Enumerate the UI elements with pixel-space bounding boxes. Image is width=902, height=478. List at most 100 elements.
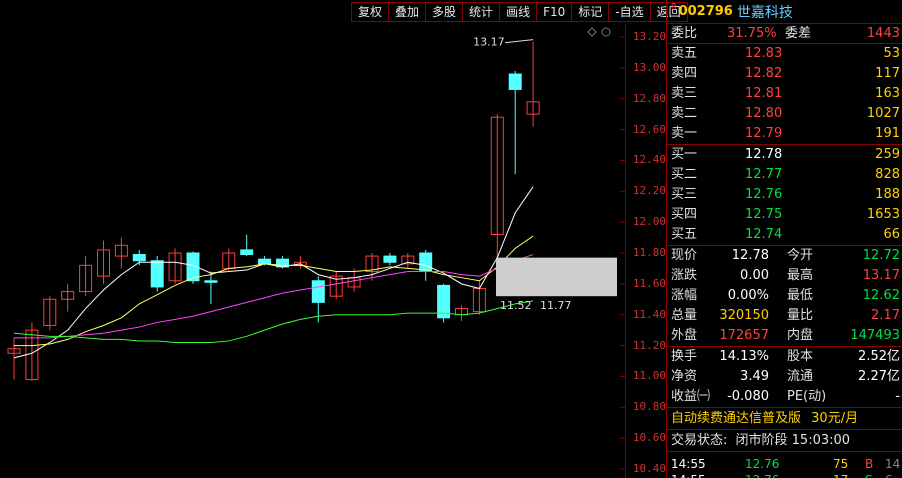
bids-volume: 259 — [875, 147, 900, 162]
stat-label: 涨幅 — [671, 288, 698, 303]
price-axis: 13.20 13.00 12.80 12.60 12.40 12.20 12.00 11.80… — [625, 24, 666, 478]
stat-value-2: 13.17 — [862, 268, 900, 283]
toolbar-button[interactable]: 画线 — [500, 3, 538, 21]
stock-name[interactable]: 世嘉科技 — [737, 2, 793, 22]
y-tick-label: 11.00 — [632, 369, 666, 383]
bids-label: 买二 — [671, 167, 698, 182]
stat-value-2: 12.72 — [862, 248, 900, 263]
stat-label: 现价 — [671, 248, 698, 263]
kline-chart[interactable]: 13.17 11.52 11.77 — [0, 24, 666, 478]
asks-price: 12.81 — [745, 86, 783, 101]
candle-body — [258, 258, 272, 265]
y-tick-label: 13.20 — [632, 30, 666, 43]
promo-price: 30元/月 — [811, 411, 859, 426]
stat-label: 总量 — [671, 308, 698, 323]
fund-label: 换手 — [671, 349, 698, 364]
asks-price: 12.83 — [745, 46, 783, 61]
y-tick-label: 10.40 — [632, 462, 666, 475]
y-tick-label: 11.60 — [632, 276, 666, 290]
high-annotation: 13.17 — [473, 36, 505, 49]
bids-label: 买四 — [671, 207, 698, 222]
fund-label-2: 流通 — [787, 369, 814, 384]
candle-body — [419, 252, 433, 273]
fund-label-2: 股本 — [787, 349, 814, 364]
stat-row: 总量 320150 量比 2.17 — [667, 306, 902, 326]
candle-body — [240, 249, 254, 256]
candle-body — [383, 255, 397, 263]
bids-price: 12.76 — [745, 187, 783, 202]
fund-label: 净资 — [671, 369, 698, 384]
tick-side: S — [865, 472, 873, 478]
toolbar-button[interactable]: 复权 — [352, 3, 390, 21]
stat-value: 0.00 — [740, 268, 769, 283]
toolbar-button[interactable]: 多股 — [426, 3, 464, 21]
bids-row: 买四 12.75 1653 — [667, 205, 902, 225]
bids-price: 12.77 — [745, 167, 783, 182]
asks-row: 卖四 12.82 117 — [667, 64, 902, 84]
bids-volume: 828 — [875, 167, 900, 182]
stat-label-2: 最低 — [787, 288, 814, 303]
toolbar-button[interactable]: 统计 — [463, 3, 501, 21]
fund-label-2: PE(动) — [787, 389, 827, 404]
selection-box — [496, 257, 617, 297]
asks-row: 卖三 12.81 163 — [667, 84, 902, 104]
fund-row: 收益㈠ -0.080 PE(动) - — [667, 387, 902, 407]
asks-volume: 117 — [875, 66, 900, 81]
stat-label: 涨跌 — [671, 268, 698, 283]
stat-value: 172657 — [719, 328, 769, 343]
stat-value-2: 12.62 — [862, 288, 900, 303]
asks-label: 卖三 — [671, 86, 698, 101]
promo-text: 自动续费通达信普及版 — [671, 411, 802, 426]
stat-label-2: 量比 — [787, 308, 814, 323]
bids-volume: 66 — [883, 227, 900, 242]
status-value: 闭市阶段 15:03:00 — [735, 433, 851, 448]
candle-body — [132, 254, 146, 262]
bids-price: 12.78 — [745, 147, 783, 162]
tick-time: 14:55 — [671, 457, 706, 471]
price-stats: 现价 12.78 今开 12.72 涨跌 0.00 最高 13.17 涨幅 0.00% 最低 12.6… — [667, 246, 902, 347]
bids-price: 12.75 — [745, 207, 783, 222]
y-tick-label: 12.60 — [632, 122, 666, 136]
asks-volume: 163 — [875, 86, 900, 101]
bids-price: 12.74 — [745, 227, 783, 242]
asks-label: 卖四 — [671, 66, 698, 81]
toolbar-button[interactable]: 叠加 — [389, 3, 427, 21]
stat-value-2: 147493 — [850, 328, 900, 343]
fund-value: 3.49 — [740, 369, 769, 384]
stock-code[interactable]: 002796 — [679, 4, 733, 19]
high-arrow — [505, 39, 534, 44]
trade-status: 交易状态: 闭市阶段 15:03:00 — [667, 430, 902, 452]
tick-count: 14 — [885, 457, 901, 471]
y-tick-label: 10.80 — [632, 400, 666, 414]
stat-row: 涨幅 0.00% 最低 12.62 — [667, 286, 902, 306]
toolbar-button[interactable]: 标记 — [572, 3, 610, 21]
stat-value: 320150 — [719, 308, 769, 323]
y-tick-label: 11.40 — [632, 307, 666, 321]
asks-price: 12.82 — [745, 66, 783, 81]
quote-panel: R 002796 世嘉科技 委比 31.75% 委差 1443 卖五 12.83 5… — [666, 0, 902, 478]
stat-value: 0.00% — [727, 288, 769, 303]
fund-value-2: 2.27亿 — [858, 369, 900, 384]
weibi-value: 31.75% — [727, 26, 777, 41]
stat-row: 涨跌 0.00 最高 13.17 — [667, 266, 902, 286]
stat-row: 现价 12.78 今开 12.72 — [667, 246, 902, 266]
subscription-promo[interactable]: 自动续费通达信普及版 30元/月 — [667, 408, 902, 430]
y-tick-label: 10.60 — [632, 431, 666, 445]
tick-time: 14:55 — [671, 472, 706, 478]
asks-volume: 1027 — [866, 106, 900, 121]
stat-value-2: 2.17 — [871, 308, 900, 323]
y-tick-label: 12.80 — [632, 91, 666, 105]
bids-label: 买三 — [671, 187, 698, 202]
status-label: 交易状态: — [671, 433, 728, 448]
asks-row: 卖二 12.80 1027 — [667, 104, 902, 124]
toolbar-button[interactable]: -自选 — [609, 3, 651, 21]
asks-row: 卖一 12.79 191 — [667, 124, 902, 144]
fund-row: 换手 14.13% 股本 2.52亿 — [667, 347, 902, 367]
tick-side: B — [865, 457, 874, 471]
fundamentals: 换手 14.13% 股本 2.52亿净资 3.49 流通 2.27亿收益㈠ -0.080 PE(… — [667, 347, 902, 408]
asks-price: 12.80 — [745, 106, 783, 121]
tick-price: 12.76 — [745, 457, 780, 471]
y-tick-label: 12.20 — [632, 184, 666, 198]
chart-toolbar: 复权 叠加 多股 统计 画线 F10 标记 -自选 返回 — [351, 2, 688, 22]
toolbar-button[interactable]: F10 — [537, 3, 573, 21]
